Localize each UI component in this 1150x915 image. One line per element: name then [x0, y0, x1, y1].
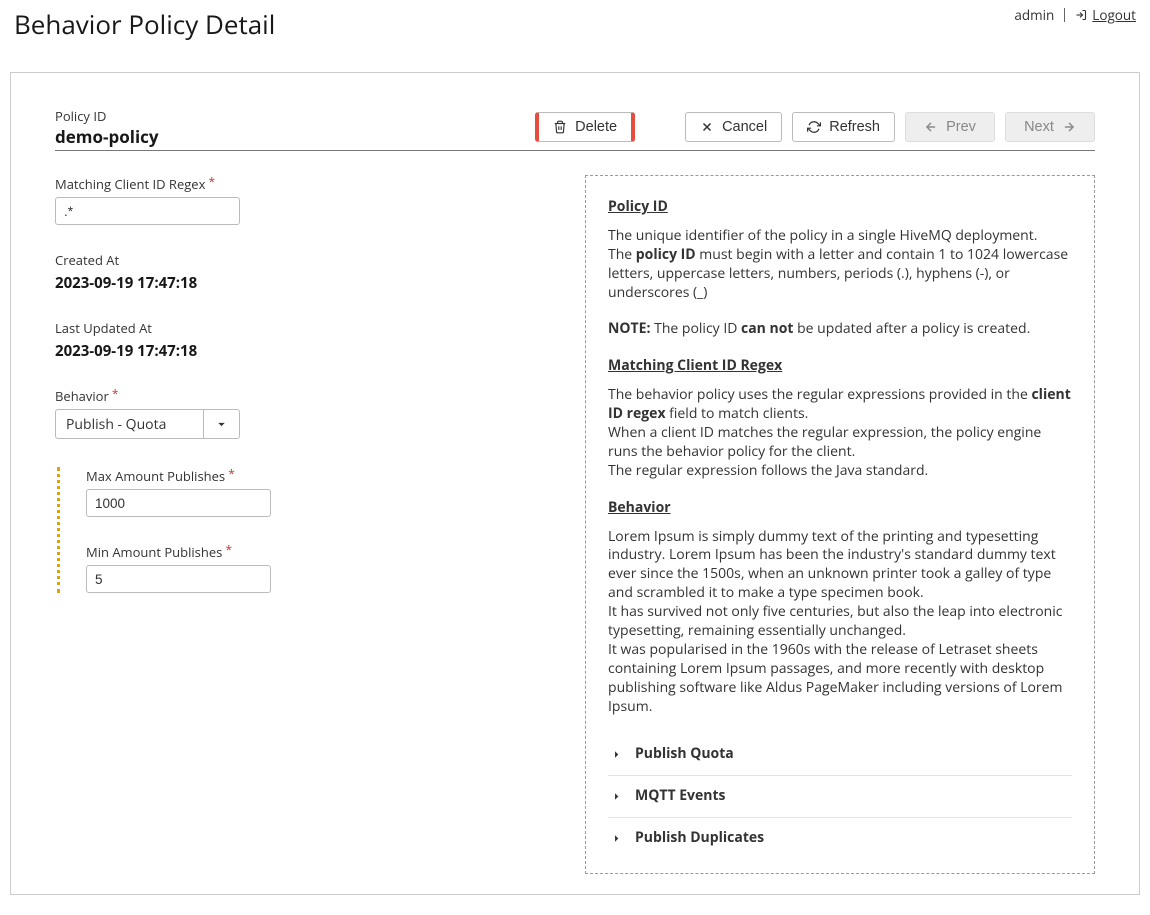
updated-at-label: Last Updated At [55, 319, 545, 337]
help-text: The unique identifier of the policy in a… [608, 227, 1072, 303]
behavior-label: Behavior [55, 387, 545, 405]
min-pub-input[interactable] [86, 565, 271, 593]
main-panel: Policy ID demo-policy Delete Cancel Refr… [10, 72, 1140, 895]
max-pub-label: Max Amount Publishes [86, 467, 545, 485]
username: admin [1014, 6, 1054, 24]
refresh-icon [807, 120, 821, 134]
help-heading-behavior: Behavior [608, 499, 1072, 518]
arrow-right-icon [608, 832, 621, 845]
help-text: The behavior policy uses the regular exp… [608, 386, 1072, 480]
help-sublink-publish-quota[interactable]: Publish Quota [608, 734, 1072, 776]
help-panel: Policy ID The unique identifier of the p… [585, 175, 1095, 874]
help-note: NOTE: The policy ID can not be updated a… [608, 320, 1072, 339]
logout-label: Logout [1092, 6, 1136, 24]
chevron-down-icon [203, 410, 239, 438]
help-sublink-publish-duplicates[interactable]: Publish Duplicates [608, 818, 1072, 859]
help-sublink-mqtt-events[interactable]: MQTT Events [608, 776, 1072, 818]
policy-id-value: demo-policy [55, 125, 159, 148]
min-pub-label: Min Amount Publishes [86, 543, 545, 561]
trash-icon [553, 120, 567, 134]
max-pub-input[interactable] [86, 489, 271, 517]
page-title: Behavior Policy Detail [14, 6, 275, 42]
divider [1064, 8, 1065, 22]
arrow-right-icon [1062, 120, 1076, 134]
arrow-right-icon [608, 790, 621, 803]
prev-button[interactable]: Prev [905, 112, 995, 142]
regex-input[interactable] [55, 197, 240, 225]
help-heading-regex: Matching Client ID Regex [608, 357, 1072, 376]
refresh-button[interactable]: Refresh [792, 112, 895, 142]
logout-link[interactable]: Logout [1075, 6, 1136, 24]
logout-icon [1075, 9, 1087, 21]
arrow-left-icon [924, 120, 938, 134]
x-icon [700, 120, 714, 134]
user-block: admin Logout [1014, 6, 1136, 24]
policy-id-label: Policy ID [55, 107, 159, 125]
next-button[interactable]: Next [1005, 112, 1095, 142]
delete-button[interactable]: Delete [535, 112, 635, 142]
updated-at-value: 2023-09-19 17:47:18 [55, 341, 545, 361]
regex-label: Matching Client ID Regex [55, 175, 545, 193]
behavior-select-value: Publish - Quota [56, 415, 203, 434]
behavior-select[interactable]: Publish - Quota [55, 409, 240, 439]
created-at-value: 2023-09-19 17:47:18 [55, 273, 545, 293]
created-at-label: Created At [55, 251, 545, 269]
help-text: Lorem Ipsum is simply dummy text of the … [608, 528, 1072, 717]
cancel-button[interactable]: Cancel [685, 112, 782, 142]
arrow-right-icon [608, 748, 621, 761]
help-heading-policy-id: Policy ID [608, 198, 1072, 217]
